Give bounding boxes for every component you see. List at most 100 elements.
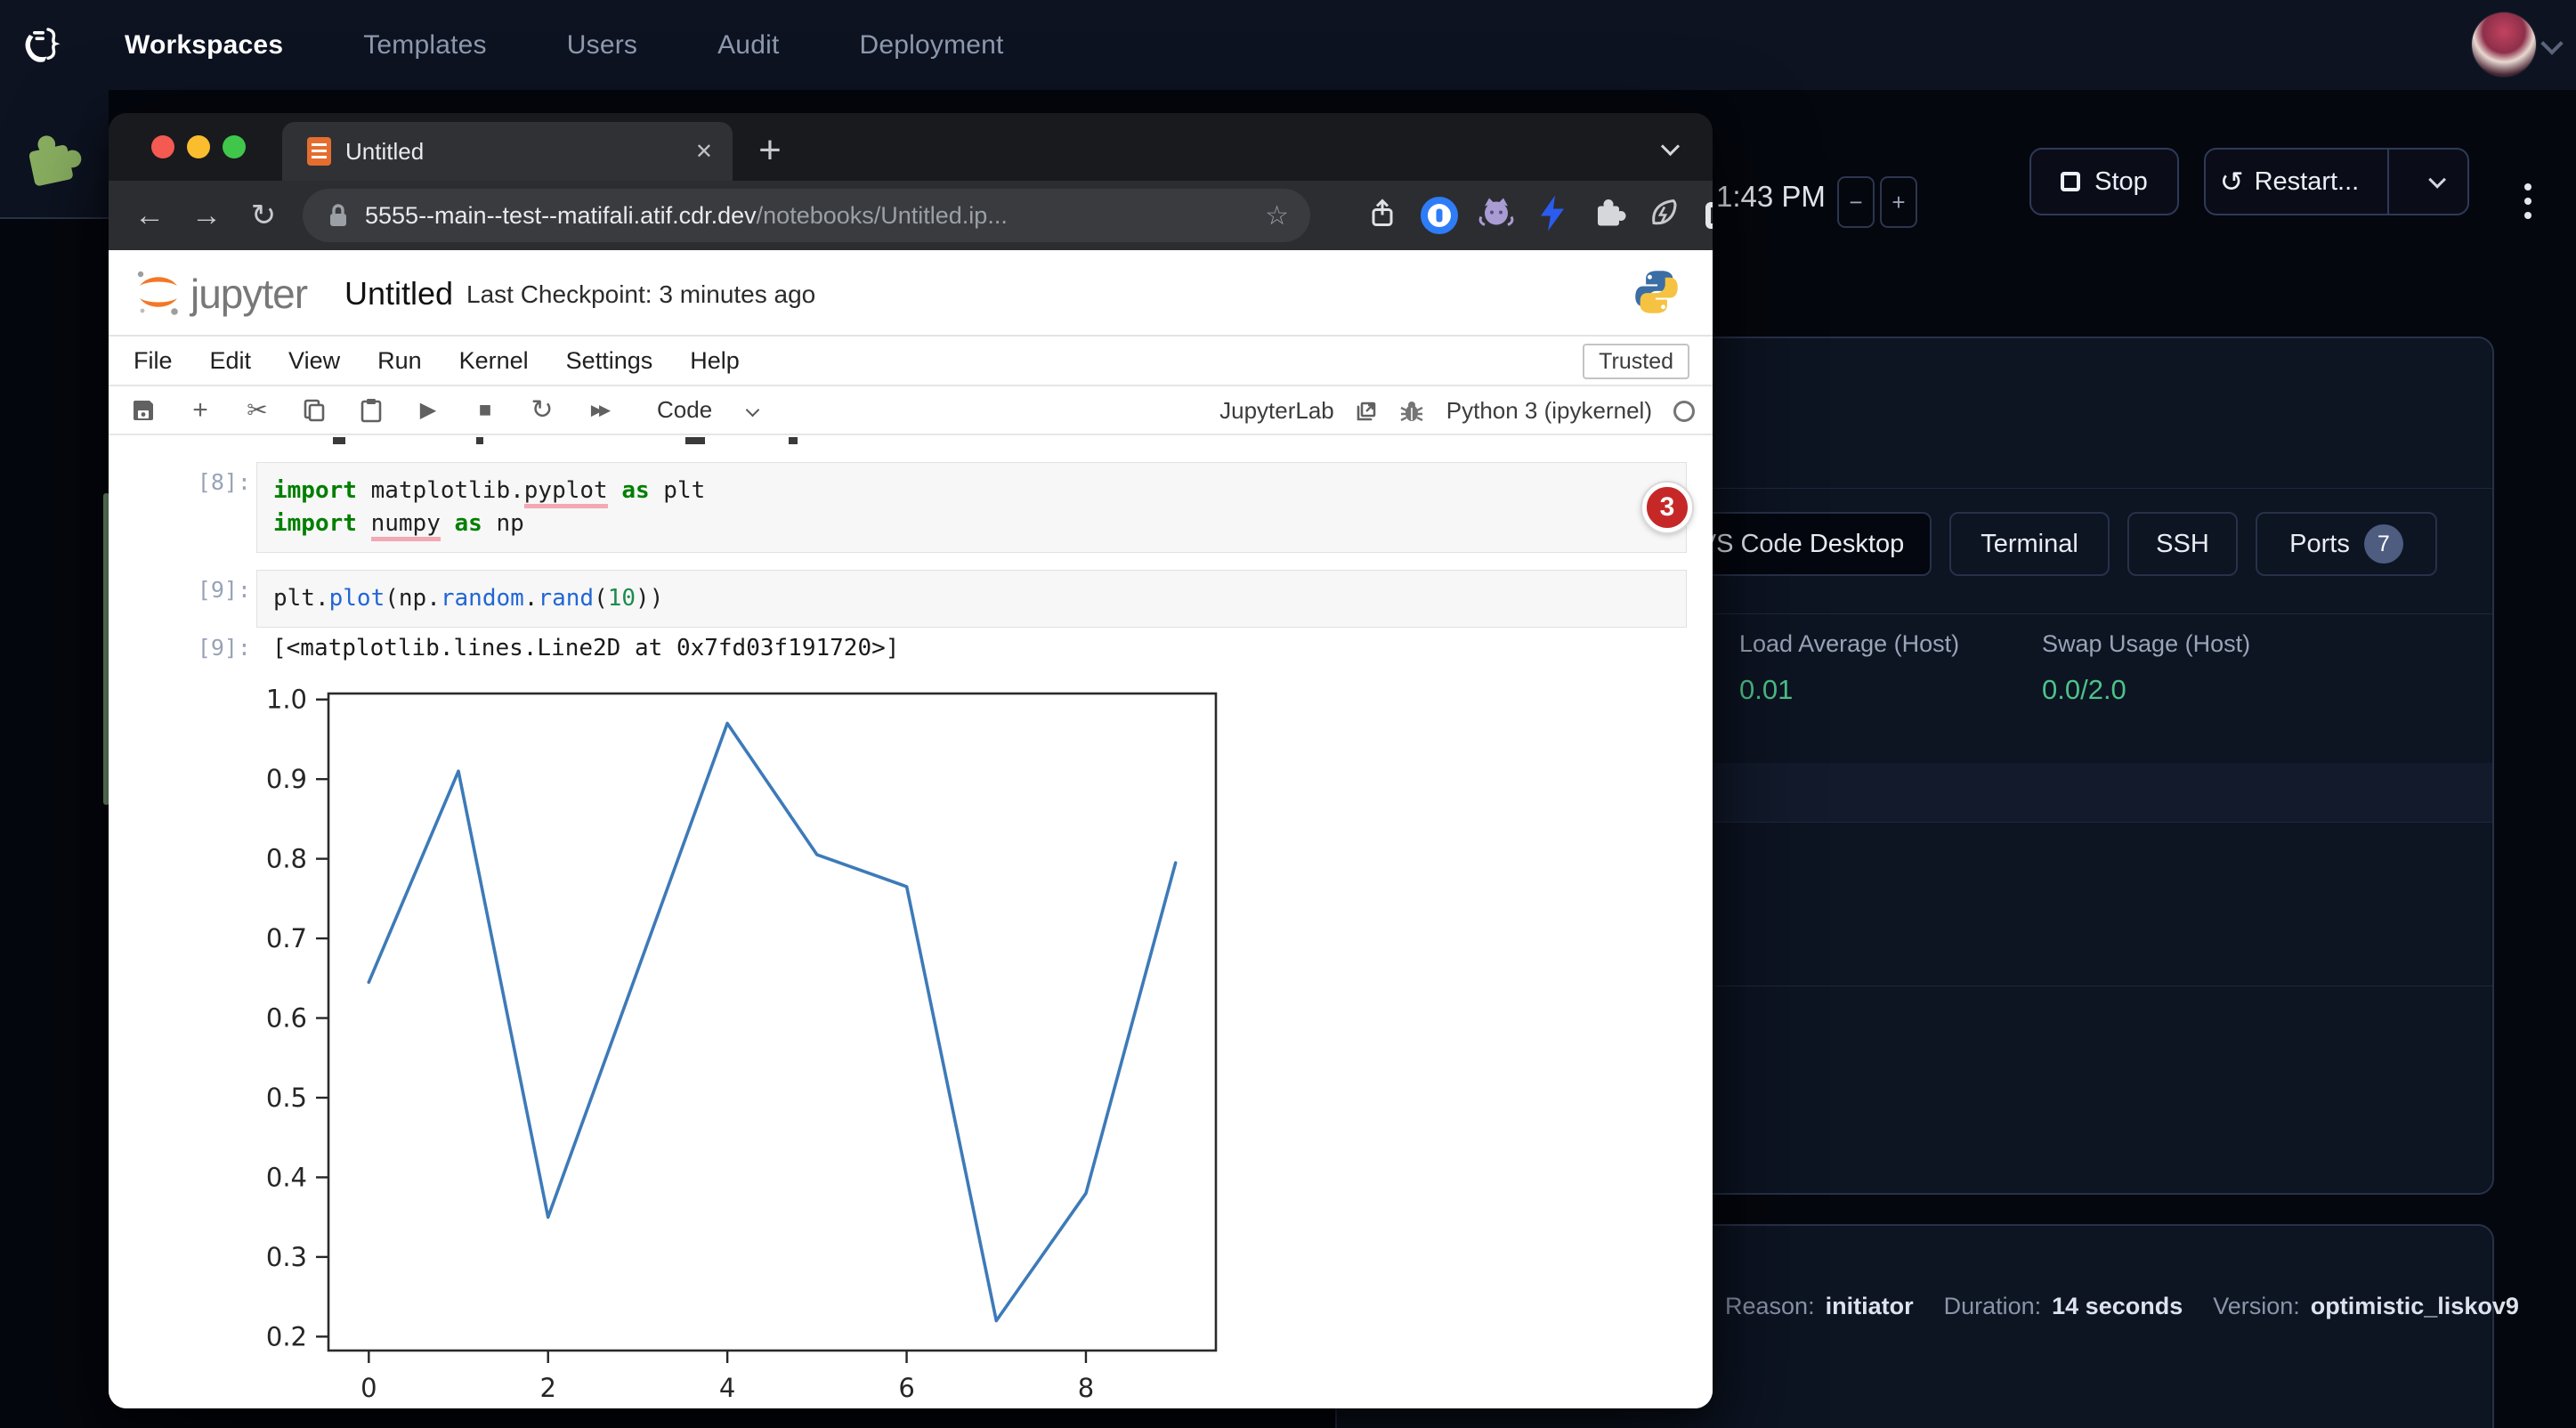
address-bar[interactable]: 5555--main--test--matifali.atif.cdr.dev/… — [303, 189, 1310, 242]
user-menu-chevron-down-icon[interactable] — [2540, 32, 2563, 54]
extensions-puzzle-icon[interactable] — [1592, 198, 1626, 234]
bookmark-star-icon[interactable]: ☆ — [1265, 200, 1289, 231]
window-close-button[interactable] — [151, 135, 174, 158]
ports-count-badge: 7 — [2364, 524, 2403, 564]
lightning-extension-icon[interactable] — [1537, 194, 1567, 238]
back-button[interactable]: ← — [121, 199, 178, 233]
swap-usage-metric: Swap Usage (Host) 0.0/2.0 — [2042, 630, 2250, 706]
ssh-button[interactable]: SSH — [2127, 512, 2238, 576]
browser-toolbar: ← → ↻ 5555--main--test--matifali.atif.cd… — [109, 181, 1713, 250]
user-avatar[interactable] — [2472, 12, 2536, 77]
nav-item-users[interactable]: Users — [567, 30, 637, 61]
jupyterlab-link[interactable]: JupyterLab — [1219, 397, 1334, 425]
button-divider — [2387, 150, 2389, 214]
cell-input-prompt: [9]: — [162, 577, 251, 603]
jupyter-favicon — [307, 137, 331, 166]
nav-item-templates[interactable]: Templates — [363, 30, 487, 61]
svg-text:0.4: 0.4 — [267, 1162, 307, 1192]
workspace-more-menu-button[interactable] — [2515, 173, 2540, 230]
extensions-bar — [1328, 181, 1713, 250]
onepassword-extension-icon[interactable] — [1421, 197, 1458, 234]
cell-output-text: [<matplotlib.lines.Line2D at 0x7fd03f191… — [272, 635, 899, 661]
restart-kernel-icon[interactable]: ↻ — [527, 394, 557, 426]
nav-item-deployment[interactable]: Deployment — [859, 30, 1003, 61]
menu-settings[interactable]: Settings — [566, 347, 653, 375]
menu-run[interactable]: Run — [377, 347, 422, 375]
menu-view[interactable]: View — [288, 347, 340, 375]
kernel-status-icon[interactable] — [1673, 401, 1695, 422]
plus-icon: + — [1891, 189, 1905, 216]
sidebar-toggle-icon[interactable] — [1705, 202, 1713, 229]
meta-label: Duration: — [1944, 1293, 2042, 1320]
metric-label: Load Average (Host) — [1739, 630, 1959, 658]
clipped-cell-fragment — [789, 437, 798, 444]
menu-file[interactable]: File — [134, 347, 173, 375]
share-icon[interactable] — [1370, 199, 1395, 233]
energy-saver-leaf-icon[interactable] — [1647, 197, 1681, 235]
forward-button[interactable]: → — [178, 199, 235, 233]
python-logo-icon — [1632, 268, 1681, 316]
zoom-out-button[interactable]: − — [1837, 176, 1875, 228]
build-version: Version: optimistic_liskov9 — [2213, 1293, 2519, 1320]
restart-main[interactable]: ↺ Restart... — [2206, 150, 2373, 214]
build-duration: Duration: 14 seconds — [1944, 1293, 2183, 1320]
cut-cell-icon[interactable]: ✂ — [242, 395, 272, 425]
add-cell-icon[interactable]: + — [185, 395, 215, 426]
github-extension-icon[interactable] — [1478, 196, 1515, 236]
menu-edit[interactable]: Edit — [210, 347, 252, 375]
zoom-in-button[interactable]: + — [1880, 176, 1917, 228]
notebook-title[interactable]: Untitled — [344, 275, 453, 312]
matplotlib-figure: 0.20.30.40.50.60.70.80.91.002468 — [267, 668, 1273, 1407]
tab-search-chevron-icon[interactable] — [1661, 137, 1680, 156]
menu-help[interactable]: Help — [690, 347, 740, 375]
svg-text:0.9: 0.9 — [267, 764, 307, 794]
new-tab-button[interactable]: + — [745, 126, 795, 175]
run-cell-icon[interactable]: ▶ — [413, 397, 443, 423]
terminal-label: Terminal — [1981, 530, 2078, 559]
ssh-label: SSH — [2156, 530, 2209, 559]
restart-workspace-button[interactable]: ↺ Restart... — [2204, 148, 2469, 215]
interrupt-kernel-icon[interactable]: ■ — [470, 398, 500, 423]
svg-text:6: 6 — [898, 1373, 914, 1403]
metric-value: 0.0/2.0 — [2042, 674, 2250, 706]
code-cell-imports[interactable]: import matplotlib.pyplot as pltimport nu… — [256, 462, 1687, 553]
svg-text:0.5: 0.5 — [267, 1083, 307, 1113]
save-icon[interactable] — [128, 398, 158, 423]
lock-icon — [328, 202, 349, 229]
extension-puzzle-icon[interactable] — [21, 132, 84, 191]
notification-count-badge[interactable]: 3 — [1642, 483, 1692, 532]
build-meta-row: Reason: initiator Duration: 14 seconds V… — [1725, 1293, 2519, 1320]
copy-cell-icon[interactable] — [299, 398, 329, 423]
cell-type-select[interactable]: Code — [657, 396, 757, 424]
restart-icon: ↺ — [2220, 167, 2244, 196]
restart-run-all-icon[interactable]: ▶▶ — [584, 402, 614, 419]
stop-workspace-button[interactable]: Stop — [2029, 148, 2179, 215]
ports-button[interactable]: Ports 7 — [2256, 512, 2437, 576]
jupyter-toolbar: + ✂ ▶ ■ ↻ ▶▶ Code JupyterLab — [109, 386, 1713, 435]
coder-logo-icon[interactable] — [16, 23, 61, 68]
svg-text:0.2: 0.2 — [267, 1321, 307, 1351]
paste-cell-icon[interactable] — [356, 398, 386, 423]
nav-item-audit[interactable]: Audit — [717, 30, 779, 61]
terminal-button[interactable]: Terminal — [1949, 512, 2110, 576]
window-minimize-button[interactable] — [187, 135, 210, 158]
meta-value: initiator — [1826, 1293, 1914, 1320]
code-cell-plot[interactable]: plt.plot(np.random.rand(10)) — [256, 570, 1687, 628]
ports-label: Ports — [2289, 530, 2350, 559]
minus-icon: − — [1849, 189, 1862, 216]
external-link-icon[interactable] — [1356, 401, 1377, 422]
url-host: 5555--main--test--matifali.atif.cdr.dev — [365, 202, 757, 230]
kernel-name[interactable]: Python 3 (ipykernel) — [1446, 397, 1652, 425]
trusted-button[interactable]: Trusted — [1583, 344, 1689, 379]
restart-options-button[interactable] — [2403, 150, 2467, 214]
browser-window: Untitled ✕ + ← → ↻ 5555--main--test--mat… — [109, 113, 1713, 1408]
browser-tab-untitled[interactable]: Untitled ✕ — [282, 122, 733, 181]
window-fullscreen-button[interactable] — [223, 135, 246, 158]
menu-kernel[interactable]: Kernel — [459, 347, 529, 375]
tab-close-icon[interactable]: ✕ — [695, 139, 713, 165]
debugger-bug-icon[interactable] — [1398, 399, 1425, 424]
nav-item-workspaces[interactable]: Workspaces — [125, 30, 283, 61]
reload-button[interactable]: ↻ — [235, 198, 292, 233]
notebook-area: [8]: import matplotlib.pyplot as pltimpo… — [109, 435, 1713, 1408]
meta-value: 14 seconds — [2052, 1293, 2183, 1320]
